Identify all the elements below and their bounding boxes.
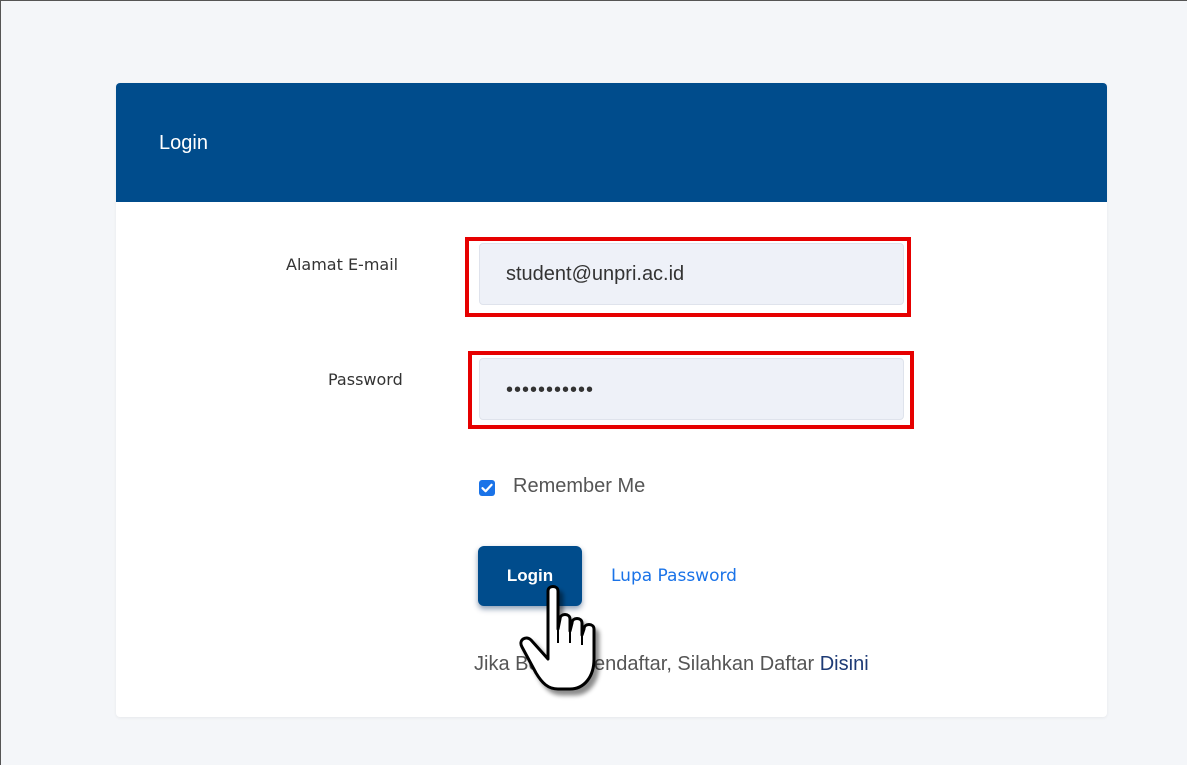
email-field[interactable] [479,243,904,305]
remember-me-label[interactable]: Remember Me [513,475,645,498]
hand-pointer-icon [519,585,596,691]
register-link[interactable]: Disini [820,653,869,675]
password-field[interactable]: ••••••••••• [479,358,904,420]
password-masked-value: ••••••••••• [506,379,595,401]
forgot-password-link[interactable]: Lupa Password [611,566,737,586]
check-icon [481,483,493,493]
remember-me-checkbox[interactable] [479,480,495,496]
card-title: Login [159,132,208,154]
email-label: Alamat E-mail [286,255,399,274]
password-label: Password [328,370,403,389]
card-header: Login [116,83,1107,202]
login-card: Login Alamat E-mail Password •••••••••••… [116,83,1107,717]
